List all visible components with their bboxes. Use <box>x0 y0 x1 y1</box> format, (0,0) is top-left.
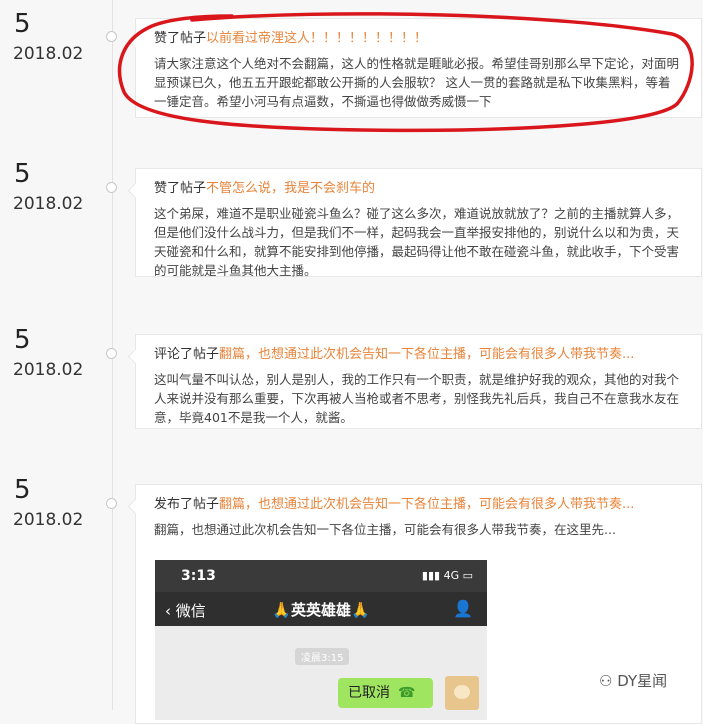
post-excerpt: 翻篇，也想通过此次机会告知一下各位主播，可能会有很多人带我节奏，在这里先... <box>154 522 616 537</box>
post-title-link[interactable]: 不管怎么说，我是不会刹车的 <box>206 181 375 196</box>
activity-head: 赞了帖子不管怎么说，我是不会刹车的 <box>154 179 681 199</box>
post-excerpt: 这个弟屎，难道不是职业碰瓷斗鱼么？碰了这么多次，难道说放就放了？之前的主播就算人… <box>154 206 680 278</box>
activity-action: 赞了帖子 <box>154 181 207 196</box>
wechat-screenshot-image[interactable]: 3:13 ▮▮▮ 4G ▭ ‹ 微信 🙏英英雄雄🙏 👤 凌晨3:15 已取消 ☎ <box>155 560 487 720</box>
comment-excerpt: 这叫气量不叫认怂，别人是别人，我的工作只有一个职责，就是维护好我的观众，其他的对… <box>154 372 680 425</box>
activity-action: 评论了帖子 <box>154 347 220 362</box>
phone-status-bar: 3:13 ▮▮▮ 4G ▭ <box>155 560 487 592</box>
timeline-dot <box>106 348 117 359</box>
activity-head: 发布了帖子翻篇，也想通过此次机会告知一下各位主播，可能会有很多人带我节奏... <box>154 495 681 515</box>
chat-bubble: 已取消 ☎ <box>338 678 433 708</box>
entry-day: 5 <box>14 475 31 505</box>
entry-year-month: 2018.02 <box>13 44 84 64</box>
entry-day: 5 <box>14 325 31 355</box>
entry-year-month: 2018.02 <box>13 510 84 530</box>
activity-card: 评论了帖子翻篇，也想通过此次机会告知一下各位主播，可能会有很多人带我节奏... … <box>135 334 702 429</box>
call-status: 已取消 <box>348 685 390 701</box>
watermark: ⚇ DY星闻 <box>595 668 672 693</box>
post-title-link[interactable]: 翻篇，也想通过此次机会告知一下各位主播，可能会有很多人带我节奏... <box>219 497 634 512</box>
activity-head: 评论了帖子翻篇，也想通过此次机会告知一下各位主播，可能会有很多人带我节奏... <box>154 345 681 365</box>
activity-action: 发布了帖子 <box>154 497 220 512</box>
chat-title: 🙏英英雄雄🙏 <box>272 601 370 619</box>
entry-year-month: 2018.02 <box>13 194 84 214</box>
entry-day: 5 <box>14 159 31 189</box>
activity-card: 赞了帖子不管怎么说，我是不会刹车的 这个弟屎，难道不是职业碰瓷斗鱼么？碰了这么多… <box>135 168 702 278</box>
timeline-dot <box>106 498 117 509</box>
network-type: 4G <box>443 569 460 582</box>
post-title-link[interactable]: 翻篇，也想通过此次机会告知一下各位主播，可能会有很多人带我节奏... <box>219 347 634 362</box>
timeline-dot <box>106 182 117 193</box>
phone-clock: 3:13 <box>181 568 216 584</box>
red-annotation-circle <box>117 12 694 133</box>
chat-title-text: 英英雄雄 <box>290 601 351 619</box>
contact-icon: 👤 <box>453 599 473 618</box>
avatar <box>445 676 479 710</box>
chat-timestamp: 凌晨3:15 <box>295 648 350 665</box>
signal-indicator: ▮▮▮ 4G ▭ <box>421 569 473 582</box>
watermark-text: DY星闻 <box>617 672 668 690</box>
entry-day: 5 <box>14 9 31 39</box>
phone-icon: ☎ <box>398 685 416 701</box>
entry-year-month: 2018.02 <box>13 360 84 380</box>
chat-nav-bar: ‹ 微信 🙏英英雄雄🙏 👤 <box>155 592 487 626</box>
